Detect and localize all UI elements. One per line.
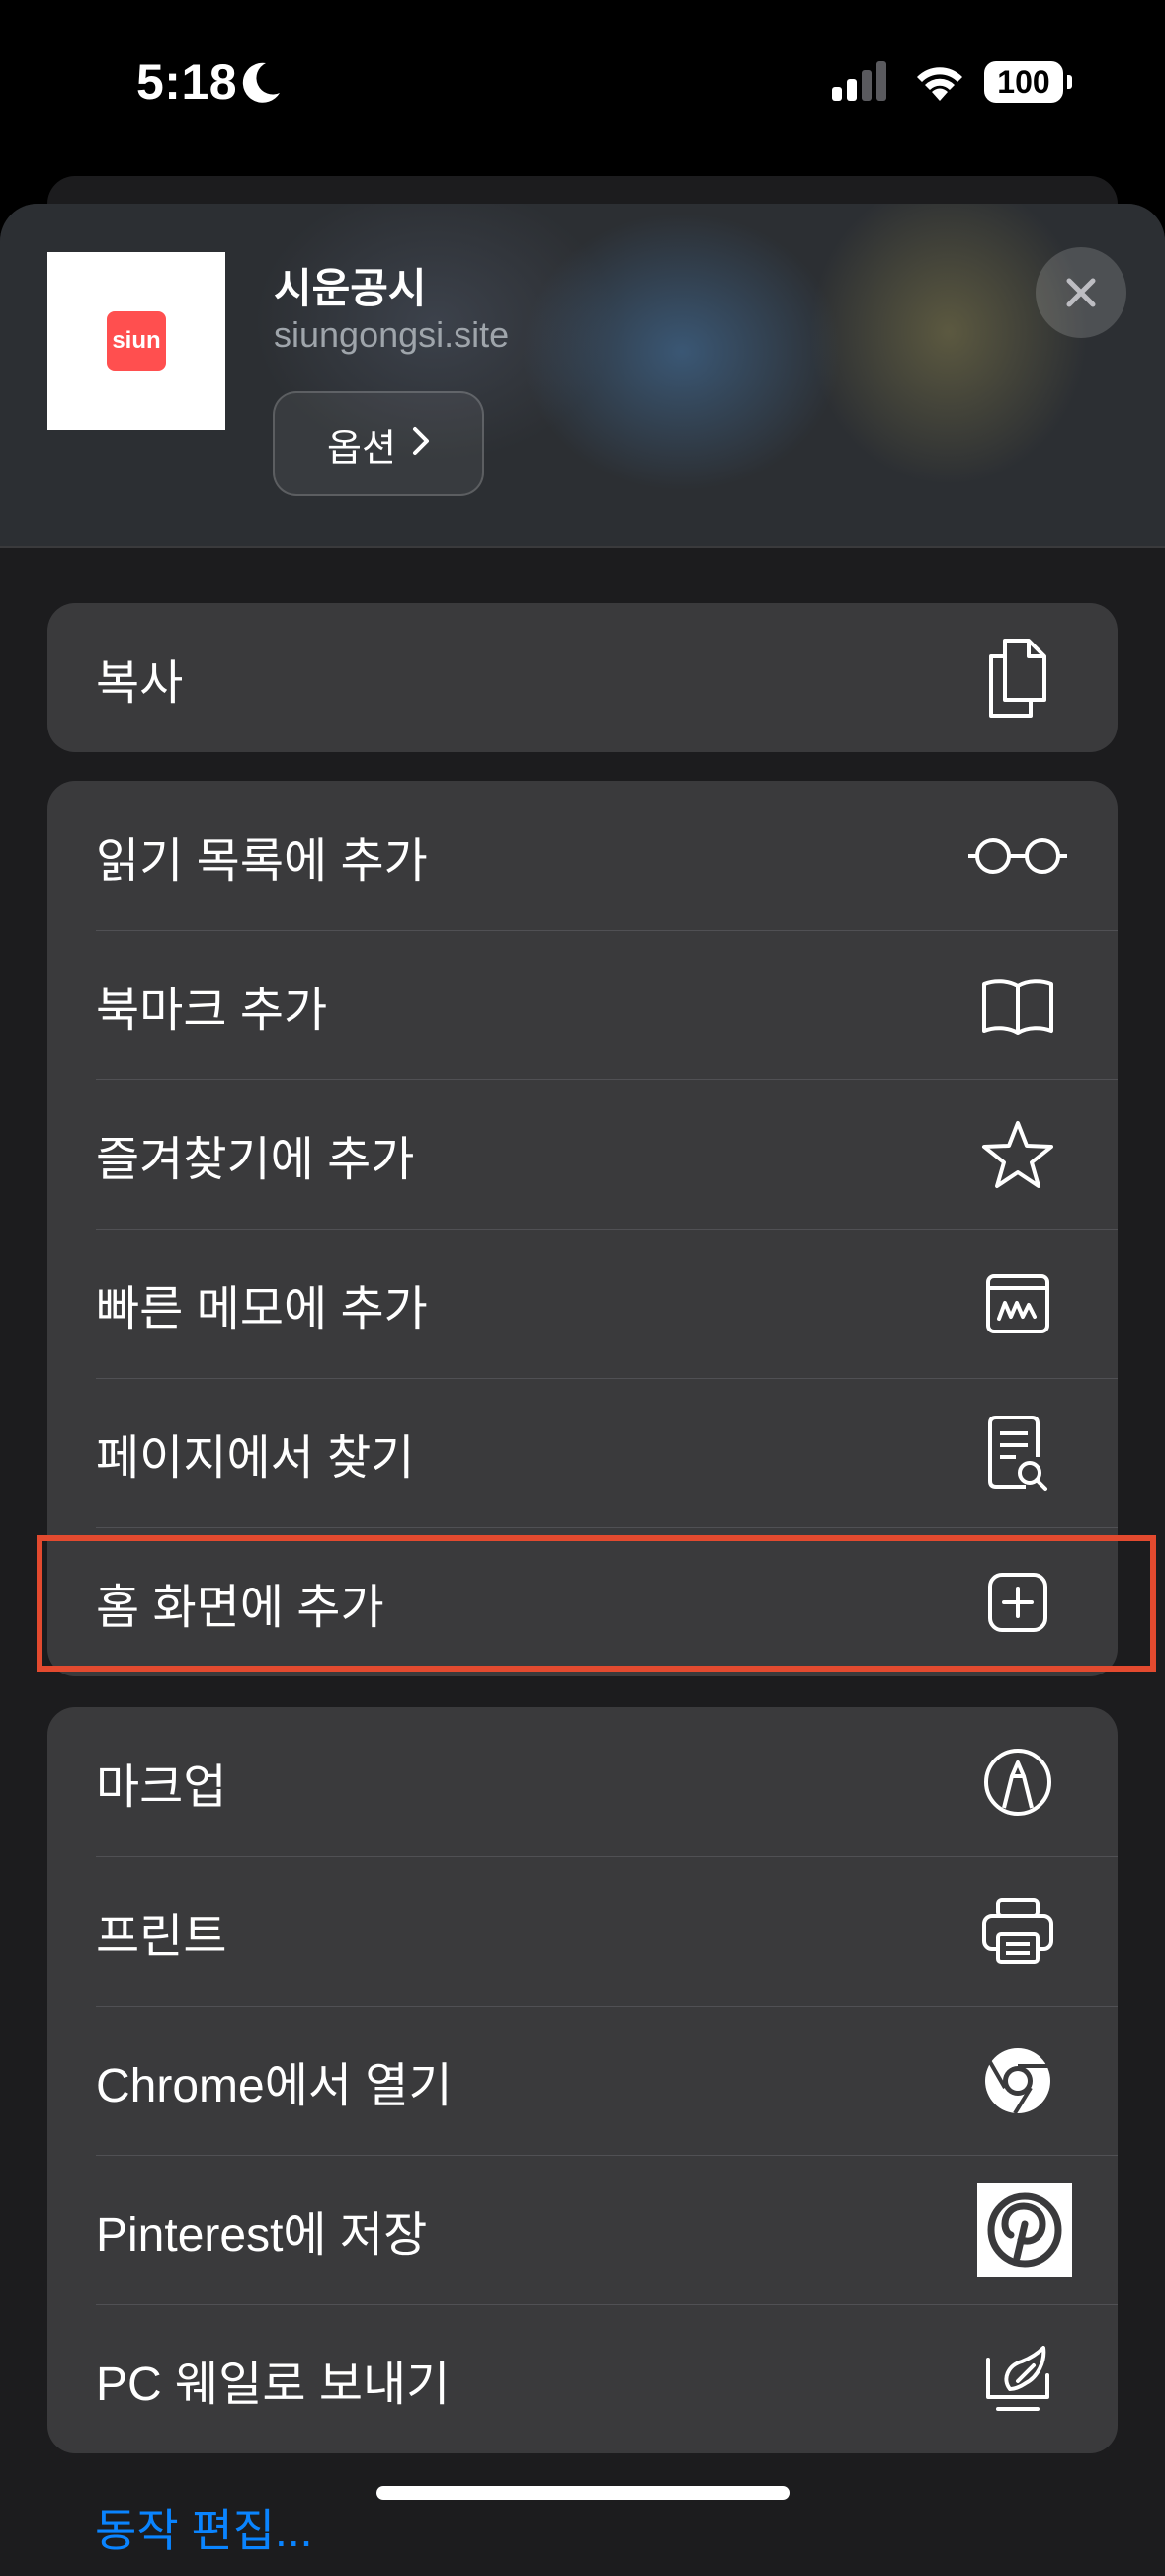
action-add-quick-note[interactable]: 빠른 메모에 추가 bbox=[47, 1229, 1118, 1378]
quick-note-icon bbox=[963, 1249, 1072, 1358]
home-indicator[interactable] bbox=[376, 2486, 790, 2500]
battery-indicator: 100 bbox=[984, 61, 1063, 103]
action-print[interactable]: 프린트 bbox=[47, 1856, 1118, 2006]
action-copy[interactable]: 복사 bbox=[47, 603, 1118, 752]
action-markup[interactable]: 마크업 bbox=[47, 1707, 1118, 1856]
action-label: 읽기 목록에 추가 bbox=[96, 834, 428, 888]
copy-icon bbox=[963, 624, 1072, 732]
action-label: 마크업 bbox=[96, 1760, 227, 1814]
action-label: 북마크 추가 bbox=[96, 984, 328, 1037]
action-find-on-page[interactable]: 페이지에서 찾기 bbox=[47, 1378, 1118, 1527]
book-icon bbox=[963, 951, 1072, 1060]
edit-actions-link[interactable]: 동작 편집... bbox=[95, 2495, 312, 2560]
action-save-to-pinterest[interactable]: Pinterest에 저장 bbox=[47, 2155, 1118, 2304]
action-label: 페이지에서 찾기 bbox=[96, 1431, 415, 1485]
action-label: 프린트 bbox=[96, 1910, 227, 1963]
glasses-icon bbox=[963, 802, 1072, 910]
whale-icon bbox=[963, 2325, 1072, 2434]
action-label: 빠른 메모에 추가 bbox=[96, 1282, 428, 1335]
status-bar: 5:18 100 bbox=[0, 0, 1165, 168]
battery-nub bbox=[1067, 75, 1072, 89]
site-url: siungongsi.site bbox=[274, 314, 510, 355]
action-send-to-pc-whale[interactable]: PC 웨일로 보내기 bbox=[47, 2304, 1118, 2453]
cellular-signal-icon bbox=[832, 61, 889, 106]
pinterest-icon bbox=[977, 2182, 1072, 2277]
action-label: PC 웨일로 보내기 bbox=[96, 2358, 451, 2411]
star-icon bbox=[963, 1100, 1072, 1209]
action-label: Chrome에서 열기 bbox=[96, 2059, 453, 2112]
highlight-annotation bbox=[37, 1535, 1156, 1672]
share-sheet-header: siun 시운공시 siungongsi.site 옵션 bbox=[0, 204, 1165, 548]
action-group-copy: 복사 bbox=[47, 603, 1118, 752]
action-open-in-chrome[interactable]: Chrome에서 열기 bbox=[47, 2006, 1118, 2155]
site-logo: siun bbox=[107, 311, 166, 371]
find-doc-icon bbox=[963, 1399, 1072, 1507]
site-title: 시운공시 bbox=[274, 265, 427, 311]
action-label: Pinterest에 저장 bbox=[96, 2208, 428, 2262]
close-button[interactable] bbox=[1036, 247, 1126, 338]
close-icon bbox=[1066, 278, 1096, 307]
action-label: 즐겨찾기에 추가 bbox=[96, 1133, 415, 1186]
action-add-favorites[interactable]: 즐겨찾기에 추가 bbox=[47, 1079, 1118, 1229]
action-add-reading-list[interactable]: 읽기 목록에 추가 bbox=[47, 781, 1118, 930]
site-thumbnail: siun bbox=[47, 252, 225, 430]
status-time: 5:18 bbox=[136, 54, 238, 110]
chevron-right-icon bbox=[412, 423, 430, 466]
moon-icon bbox=[242, 61, 282, 110]
action-group-more: 마크업 프린트 Chrome에서 열기 Pinterest에 저장 PC 웨일로… bbox=[47, 1707, 1118, 2453]
options-button[interactable]: 옵션 bbox=[273, 391, 484, 496]
printer-icon bbox=[963, 1877, 1072, 1986]
wifi-icon bbox=[913, 57, 966, 106]
chrome-icon bbox=[963, 2026, 1072, 2135]
markup-icon bbox=[963, 1728, 1072, 1837]
action-label: 복사 bbox=[96, 656, 184, 710]
options-label: 옵션 bbox=[327, 427, 396, 470]
action-add-bookmark[interactable]: 북마크 추가 bbox=[47, 930, 1118, 1079]
